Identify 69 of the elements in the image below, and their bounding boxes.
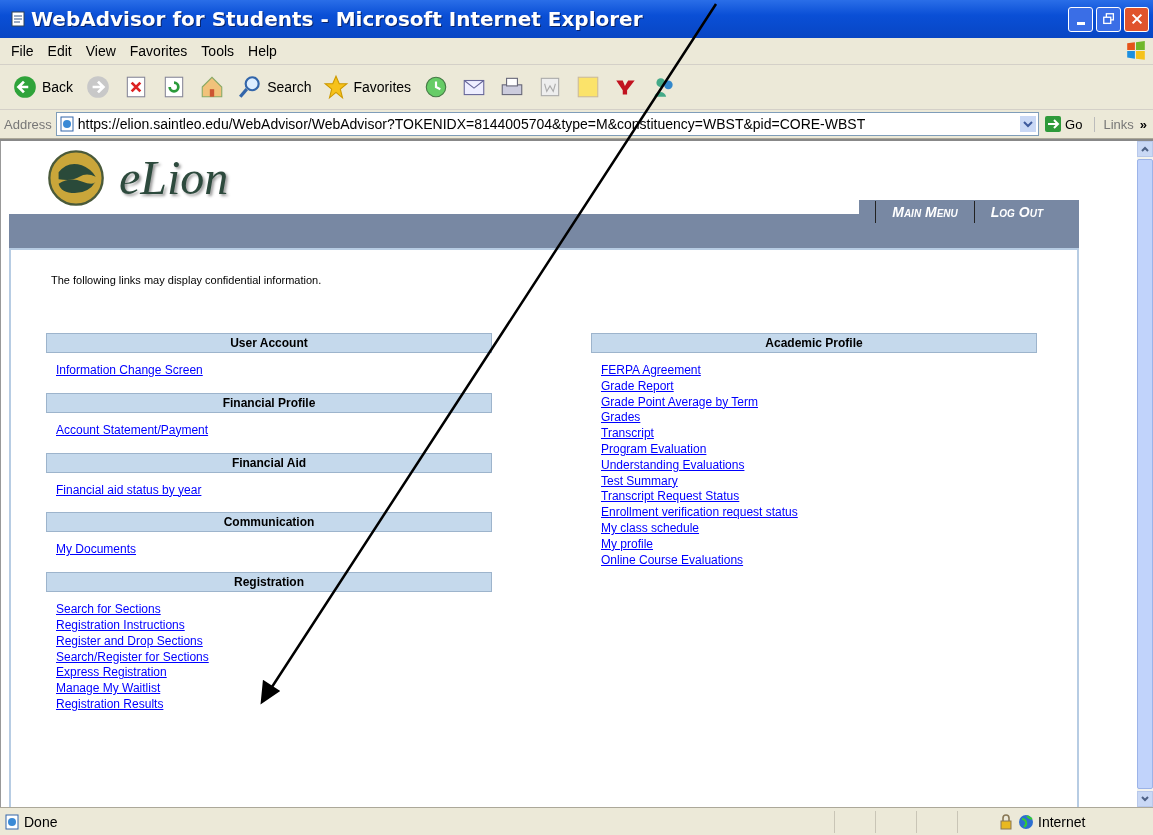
scrollbar[interactable] bbox=[1137, 141, 1153, 807]
section-header: Academic Profile bbox=[591, 333, 1037, 353]
section-header: Financial Aid bbox=[46, 452, 492, 473]
notice-text: The following links may display confidential information. bbox=[51, 274, 323, 286]
page-icon bbox=[58, 116, 75, 132]
minimize-icon bbox=[1076, 21, 1085, 25]
link[interactable]: Financial aid status by year bbox=[56, 482, 202, 499]
page-icon bbox=[10, 11, 26, 27]
chevron-button[interactable]: » bbox=[1137, 116, 1149, 132]
link[interactable]: Grade Report bbox=[601, 378, 674, 395]
link[interactable]: Test Summary bbox=[601, 473, 678, 490]
link[interactable]: Express Registration bbox=[56, 665, 167, 682]
menu-item[interactable]: Favorites bbox=[122, 43, 195, 59]
link[interactable]: My class schedule bbox=[601, 520, 700, 537]
scroll-up-icon bbox=[1140, 144, 1150, 154]
nav-link[interactable]: Main Menu bbox=[875, 201, 974, 223]
link[interactable]: Program Evaluation bbox=[601, 442, 707, 458]
link[interactable]: Search/Register for Sections bbox=[56, 649, 209, 666]
link[interactable]: Registration Instructions bbox=[56, 618, 185, 634]
link[interactable]: Transcript Request Status bbox=[601, 489, 740, 506]
restore-button[interactable] bbox=[1096, 6, 1121, 32]
section-header: User Account bbox=[46, 333, 492, 353]
link[interactable]: My Documents bbox=[56, 542, 137, 559]
menu-item[interactable]: Help bbox=[241, 43, 284, 59]
page-icon bbox=[4, 813, 20, 830]
zone-text: Internet bbox=[1038, 813, 1087, 830]
link[interactable]: Register and Drop Sections bbox=[56, 633, 203, 650]
menu-item[interactable]: Edit bbox=[40, 43, 79, 59]
link[interactable]: Understanding Evaluations bbox=[601, 457, 745, 474]
globe-icon bbox=[1018, 813, 1034, 830]
menu-item[interactable]: File bbox=[4, 43, 41, 59]
windows-logo-icon bbox=[1125, 40, 1147, 62]
link[interactable]: FERPA Agreement bbox=[601, 363, 701, 379]
favorites-button[interactable]: Favorites bbox=[319, 72, 416, 102]
window-title: WebAdvisor for Students - Microsoft Internet Explorer bbox=[31, 7, 644, 31]
link[interactable]: Transcript bbox=[601, 426, 654, 442]
status-text: Done bbox=[24, 813, 58, 830]
restore-icon bbox=[1101, 12, 1116, 26]
link[interactable]: Enrollment verification request status bbox=[601, 505, 798, 521]
links-label[interactable]: Links bbox=[1094, 116, 1134, 132]
close-button[interactable] bbox=[1124, 6, 1149, 32]
link[interactable]: Search for Sections bbox=[56, 602, 161, 618]
link[interactable]: Grades bbox=[601, 410, 641, 427]
link[interactable]: Information Change Screen bbox=[56, 363, 203, 379]
scroll-down-icon bbox=[1140, 794, 1150, 804]
section-header: Registration bbox=[46, 572, 492, 593]
link[interactable]: Registration Results bbox=[56, 696, 164, 713]
menu-item[interactable]: Tools bbox=[194, 43, 242, 59]
menu-item[interactable]: View bbox=[78, 43, 123, 59]
lion-logo-icon bbox=[47, 148, 105, 207]
search-button[interactable]: Search bbox=[233, 72, 316, 102]
arrow-icon bbox=[1045, 116, 1062, 132]
go-button[interactable]: Go bbox=[1043, 116, 1091, 132]
section-header: Financial Profile bbox=[46, 392, 492, 413]
link[interactable]: Grade Point Average by Term bbox=[601, 394, 758, 411]
link[interactable]: Account Statement/Payment bbox=[56, 422, 209, 439]
logo-text: eLion bbox=[119, 150, 229, 205]
lock-icon bbox=[998, 813, 1014, 830]
close-icon bbox=[1129, 12, 1144, 26]
address-label: Address bbox=[4, 116, 52, 132]
dropdown-icon[interactable] bbox=[1020, 116, 1037, 132]
section-header: Communication bbox=[46, 512, 492, 533]
star-icon bbox=[323, 74, 350, 100]
nav-link[interactable]: Log Out bbox=[973, 201, 1059, 223]
back-button[interactable]: Back bbox=[8, 72, 78, 102]
link[interactable]: Manage My Waitlist bbox=[56, 681, 161, 697]
minimize-button[interactable] bbox=[1068, 6, 1093, 32]
link[interactable]: My profile bbox=[601, 536, 653, 553]
link[interactable]: Online Course Evaluations bbox=[601, 552, 744, 569]
